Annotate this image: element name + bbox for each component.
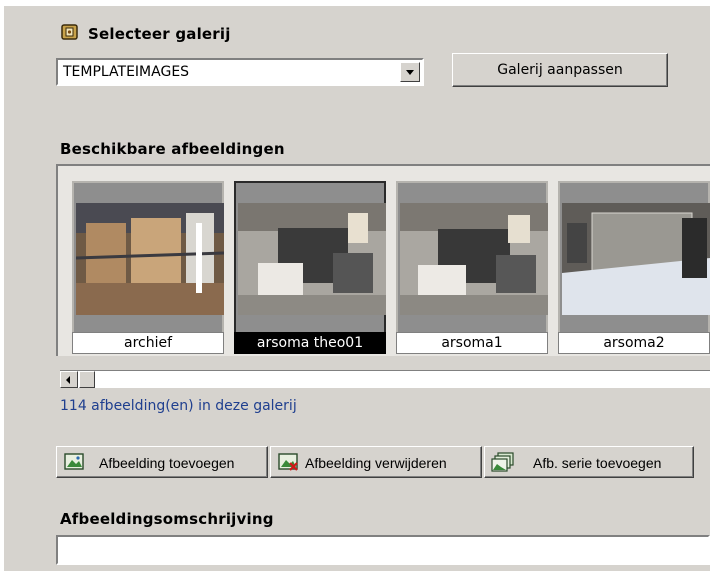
thumbnail-caption: archief bbox=[72, 332, 224, 354]
add-image-button[interactable]: Afbeelding toevoegen bbox=[56, 446, 268, 478]
thumbnail-frame bbox=[558, 181, 710, 335]
description-input[interactable] bbox=[56, 535, 710, 565]
thumbnail-archief[interactable]: archief bbox=[72, 181, 224, 359]
remove-image-icon bbox=[277, 452, 299, 472]
gallery-select[interactable]: TEMPLATEIMAGES bbox=[56, 58, 424, 86]
image-series-icon bbox=[491, 452, 514, 472]
thumbnail-frame bbox=[234, 181, 386, 335]
edit-gallery-button[interactable]: Galerij aanpassen bbox=[452, 53, 668, 87]
thumbnail-strip: archief arsoma theo01 arsoma1 arsoma2 bbox=[56, 164, 710, 356]
thumbnail-frame bbox=[396, 181, 548, 335]
remove-image-label: Afbeelding verwijderen bbox=[305, 455, 447, 471]
chevron-down-icon[interactable] bbox=[400, 62, 420, 82]
thumbnail-photo bbox=[76, 203, 224, 315]
thumbnail-arsoma1[interactable]: arsoma1 bbox=[396, 181, 548, 359]
thumbnail-caption: arsoma2 bbox=[558, 332, 710, 354]
thumbnail-arsoma-theo01[interactable]: arsoma theo01 bbox=[234, 181, 386, 359]
add-series-label: Afb. serie toevoegen bbox=[533, 455, 662, 471]
add-image-icon bbox=[63, 452, 85, 472]
gallery-select-value: TEMPLATEIMAGES bbox=[63, 64, 190, 80]
edit-gallery-label: Galerij aanpassen bbox=[497, 62, 623, 78]
remove-image-button[interactable]: Afbeelding verwijderen bbox=[270, 446, 482, 478]
scroll-left-icon[interactable] bbox=[60, 371, 78, 388]
description-heading: Afbeeldingsomschrijving bbox=[60, 510, 274, 528]
gallery-select-heading: Selecteer galerij bbox=[88, 25, 231, 43]
scrollbar-thumb[interactable] bbox=[79, 371, 95, 388]
add-image-label: Afbeelding toevoegen bbox=[99, 455, 235, 471]
thumbnail-scrollbar[interactable] bbox=[60, 370, 710, 388]
thumbnail-photo bbox=[238, 203, 386, 315]
thumbnail-caption: arsoma1 bbox=[396, 332, 548, 354]
available-images-heading: Beschikbare afbeeldingen bbox=[60, 140, 285, 158]
thumbnail-arsoma2[interactable]: arsoma2 bbox=[558, 181, 710, 359]
thumbnail-photo bbox=[562, 203, 710, 315]
gallery-icon bbox=[60, 22, 82, 42]
add-series-button[interactable]: Afb. serie toevoegen bbox=[484, 446, 694, 478]
image-count: 114 afbeelding(en) in deze galerij bbox=[60, 398, 297, 414]
thumbnail-caption: arsoma theo01 bbox=[234, 332, 386, 354]
thumbnail-photo bbox=[400, 203, 548, 315]
thumbnail-frame bbox=[72, 181, 224, 335]
